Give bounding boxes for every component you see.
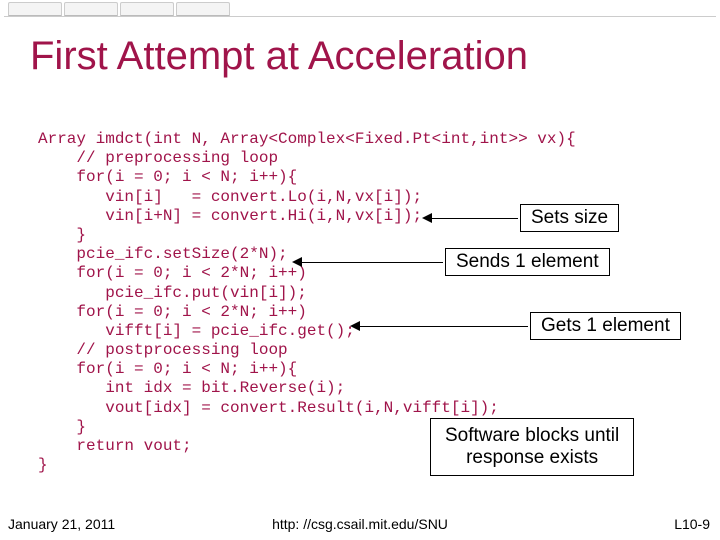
code-line: for(i = 0; i < N; i++){ [38,168,297,186]
arrow-head-icon [422,213,432,223]
code-line: // postprocessing loop [38,341,288,359]
slide: First Attempt at Acceleration Array imdc… [0,0,720,540]
arrow-line [430,218,518,219]
code-line: vifft[i] = pcie_ifc.get(); [38,322,355,340]
code-line: for(i = 0; i < 2*N; i++) [38,264,307,282]
annot-sends-one: Sends 1 element [445,248,610,276]
arrow-head-icon [350,321,360,331]
footer-slide-number: L10-9 [674,516,710,532]
tab-deco-2 [64,2,118,17]
footer-url: http: //csg.csail.mit.edu/SNU [0,516,720,532]
code-line: } [38,418,86,436]
tab-deco-4 [176,2,230,17]
code-line: // preprocessing loop [38,149,278,167]
code-line: vin[i+N] = convert.Hi(i,N,vx[i]); [38,207,422,225]
code-line: int idx = bit.Reverse(i); [38,379,345,397]
tab-deco-3 [120,2,174,17]
code-line: for(i = 0; i < N; i++){ [38,360,297,378]
annot-gets-one: Gets 1 element [530,312,681,340]
code-line: vout[idx] = convert.Result(i,N,vifft[i])… [38,399,499,417]
slide-title: First Attempt at Acceleration [30,34,690,79]
arrow-line [358,326,528,327]
code-line: return vout; [38,437,192,455]
code-line: pcie_ifc.setSize(2*N); [38,245,288,263]
code-line: vin[i] = convert.Lo(i,N,vx[i]); [38,188,422,206]
code-line: pcie_ifc.put(vin[i]); [38,284,307,302]
annot-blocks: Software blocks until response exists [430,418,634,476]
code-line: } [38,456,48,474]
code-line: Array imdct(int N, Array<Complex<Fixed.P… [38,130,576,148]
arrow-head-icon [292,257,302,267]
arrow-line [300,262,443,263]
bar-deco [4,16,716,17]
tab-deco-1 [8,2,62,17]
code-line: } [38,226,86,244]
annot-sets-size: Sets size [520,204,619,232]
code-line: for(i = 0; i < 2*N; i++) [38,303,307,321]
